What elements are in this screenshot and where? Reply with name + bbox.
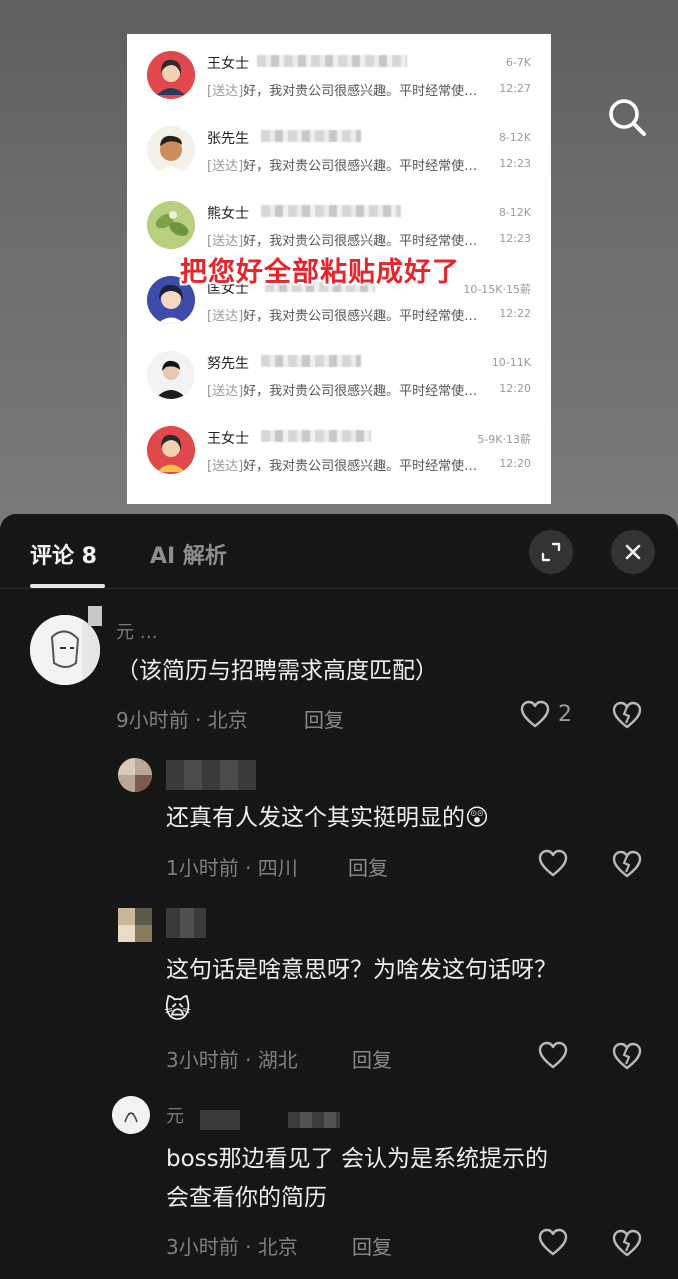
chat-list-item: 熊女士 8-12K [送达]好，我对贵公司很感兴趣。平时经常使… 12:23 [127, 184, 551, 259]
chat-contact-name: 努先生 [207, 356, 249, 372]
like-button[interactable] [538, 1041, 576, 1069]
broken-heart-icon [612, 850, 642, 878]
broken-heart-icon [612, 1229, 642, 1257]
chat-contact-name: 王女士 [207, 56, 249, 72]
chat-salary: 8-12K [498, 131, 531, 144]
redacted-block [288, 1112, 340, 1128]
tab-ai-analysis[interactable]: AI 解析 [150, 538, 227, 570]
divider [0, 588, 678, 589]
chat-last-message: [送达]好，我对贵公司很感兴趣。平时经常使… [207, 159, 478, 174]
comment-meta: 3小时前 · 湖北 [166, 1048, 298, 1072]
chat-last-message: [送达]好，我对贵公司很感兴趣。平时经常使… [207, 234, 478, 249]
avatar [147, 351, 195, 399]
chat-contact-name: 王女士 [207, 431, 249, 447]
like-button[interactable]: 2 [520, 700, 572, 728]
chat-salary: 8-12K [498, 206, 531, 219]
like-button[interactable] [538, 1228, 576, 1256]
emoji: 😲 [465, 805, 489, 831]
video-caption: 把您好全部粘贴成好了 [180, 257, 460, 288]
heart-icon [538, 1041, 568, 1069]
avatar[interactable] [118, 758, 152, 792]
search-button[interactable] [604, 94, 650, 140]
broken-heart-icon [612, 701, 642, 729]
chat-list-item: 张先生 8-12K [送达]好，我对贵公司很感兴趣。平时经常使… 12:23 [127, 109, 551, 184]
chat-list-item: 王女士 6-7K [送达]好，我对贵公司很感兴趣。平时经常使… 12:27 [127, 34, 551, 109]
redacted-block [88, 606, 102, 626]
chat-time: 12:23 [499, 157, 531, 170]
tab-comments[interactable]: 评论 8 [30, 538, 97, 570]
chat-contact-name: 熊女士 [207, 206, 249, 222]
dislike-button[interactable] [612, 701, 642, 733]
comment-text: boss那边看见了 会认为是系统提示的 [166, 1146, 548, 1172]
comment-text: （该简历与招聘需求高度匹配） [116, 658, 438, 684]
redacted-block [200, 1110, 240, 1130]
redacted-block [166, 908, 206, 938]
comment-text-line2: 会查看你的简历 [166, 1185, 327, 1211]
search-icon [609, 99, 646, 136]
comment-text: 这句话是啥意思呀？为啥发这句话呀？ [166, 957, 557, 983]
reply-button[interactable]: 回复 [304, 704, 344, 733]
avatar[interactable] [118, 908, 152, 942]
comment-author[interactable]: 元 … [116, 618, 158, 644]
chat-time: 12:20 [499, 457, 531, 470]
reply-button[interactable]: 回复 [352, 1231, 392, 1260]
redacted-text [261, 130, 361, 142]
chat-last-message: [送达]好，我对贵公司很感兴趣。平时经常使… [207, 309, 478, 324]
emoji: 🙀 [164, 995, 192, 1025]
redacted-text [257, 55, 407, 67]
chat-contact-name: 张先生 [207, 131, 249, 147]
avatar [147, 201, 195, 249]
heart-icon [520, 700, 550, 728]
chat-salary: 10-11K [491, 356, 531, 369]
like-count: 2 [558, 701, 572, 727]
reply-button[interactable]: 回复 [348, 852, 388, 881]
redacted-block [166, 760, 256, 790]
chat-salary: 6-7K [505, 56, 531, 69]
chat-list-item: 努先生 10-11K [送达]好，我对贵公司很感兴趣。平时经常使… 12:20 [127, 334, 551, 409]
comment-text: 还真有人发这个其实挺明显的😲 [166, 805, 489, 831]
avatar [147, 51, 195, 99]
chat-last-message: [送达]好，我对贵公司很感兴趣。平时经常使… [207, 459, 478, 474]
avatar [147, 426, 195, 474]
close-button[interactable] [611, 530, 655, 574]
dislike-button[interactable] [612, 1042, 642, 1074]
heart-icon [538, 1228, 568, 1256]
comment-meta: 9小时前 · 北京 [116, 708, 248, 732]
comments-panel: 评论 8 AI 解析 元 … （该简历与招聘需求高度匹配） 9小时前 · 北京 … [0, 514, 678, 1279]
close-icon [625, 544, 641, 560]
comment-author[interactable]: 元 [166, 1102, 184, 1128]
broken-heart-icon [612, 1042, 642, 1070]
chat-time: 12:20 [499, 382, 531, 395]
avatar[interactable] [112, 1096, 150, 1134]
redacted-text [261, 205, 401, 217]
expand-icon [541, 542, 561, 562]
chat-last-message: [送达]好，我对贵公司很感兴趣。平时经常使… [207, 84, 478, 99]
expand-button[interactable] [529, 530, 573, 574]
chat-time: 12:27 [499, 82, 531, 95]
chat-time: 12:22 [499, 307, 531, 320]
chat-list-item: 王女士 5-9K·13薪 [送达]好，我对贵公司很感兴趣。平时经常使… 12:2… [127, 409, 551, 484]
heart-icon [538, 849, 568, 877]
chat-salary: 5-9K·13薪 [477, 433, 531, 446]
comment-meta: 1小时前 · 四川 [166, 856, 298, 880]
like-button[interactable] [538, 849, 576, 877]
chat-last-message: [送达]好，我对贵公司很感兴趣。平时经常使… [207, 384, 478, 399]
chat-time: 12:23 [499, 232, 531, 245]
redacted-text [261, 430, 371, 442]
redacted-text [261, 355, 361, 367]
comment-meta: 3小时前 · 北京 [166, 1235, 298, 1259]
reply-button[interactable]: 回复 [352, 1044, 392, 1073]
dislike-button[interactable] [612, 1229, 642, 1261]
avatar [147, 126, 195, 174]
video-player[interactable]: 王女士 6-7K [送达]好，我对贵公司很感兴趣。平时经常使… 12:27 张先… [0, 0, 678, 530]
dislike-button[interactable] [612, 850, 642, 882]
